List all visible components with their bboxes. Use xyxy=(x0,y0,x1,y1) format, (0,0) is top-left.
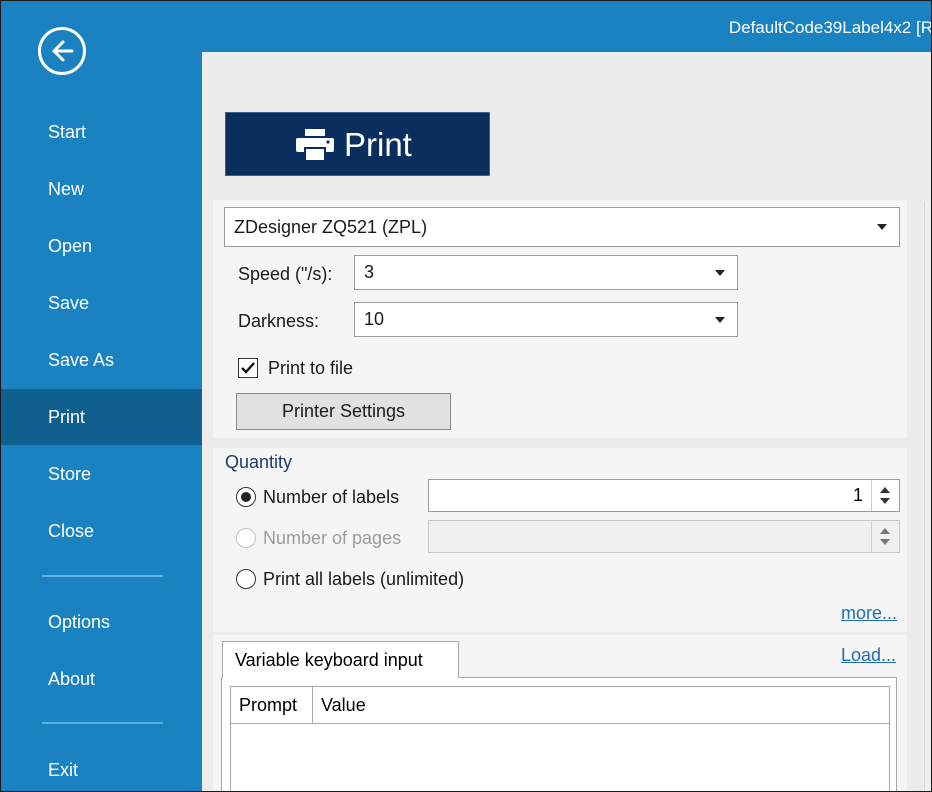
print-button[interactable]: Print xyxy=(225,112,490,176)
print-to-file-label: Print to file xyxy=(268,358,354,378)
variables-grid: Prompt Value xyxy=(230,686,890,791)
title-bar: DefaultCode39Label4x2 [R xyxy=(202,1,932,52)
quantity-heading: Quantity xyxy=(225,452,293,472)
print-button-label: Print xyxy=(344,126,412,163)
grid-header: Prompt Value xyxy=(231,687,889,724)
tab-variable-keyboard-input[interactable]: Variable keyboard input xyxy=(222,641,459,678)
printer-panel: ZDesigner ZQ521 (ZPL) Speed ("/s): 3 Dar… xyxy=(213,200,907,438)
chevron-down-icon xyxy=(877,224,887,230)
load-link[interactable]: Load... xyxy=(841,645,896,666)
sidebar-item-close[interactable]: Close xyxy=(1,503,202,559)
print-to-file-checkbox[interactable] xyxy=(238,358,258,378)
number-of-labels-radio[interactable] xyxy=(236,487,256,507)
sidebar-item-store[interactable]: Store xyxy=(1,446,202,502)
chevron-down-icon xyxy=(880,539,890,545)
number-of-pages-label: Number of pages xyxy=(263,528,402,548)
darkness-select[interactable]: 10 xyxy=(354,302,738,337)
tab-content: Prompt Value xyxy=(221,677,897,791)
more-link[interactable]: more... xyxy=(841,603,897,624)
darkness-label: Darkness: xyxy=(238,311,320,331)
sidebar-item-print[interactable]: Print xyxy=(1,389,202,445)
print-all-label: Print all labels (unlimited) xyxy=(263,569,465,589)
number-of-labels-value: 1 xyxy=(852,485,863,505)
chevron-down-icon xyxy=(715,316,725,323)
back-arrow-icon[interactable] xyxy=(38,27,86,75)
number-of-labels-stepper[interactable]: 1 xyxy=(428,479,900,512)
sidebar-item-new[interactable]: New xyxy=(1,161,202,217)
speed-value: 3 xyxy=(364,262,375,282)
number-of-labels-label: Number of labels xyxy=(263,487,400,507)
column-header-prompt[interactable]: Prompt xyxy=(231,687,313,723)
printer-select[interactable]: ZDesigner ZQ521 (ZPL) xyxy=(224,207,900,247)
backstage-sidebar: Start New Open Save Save As Print Store … xyxy=(1,1,202,791)
speed-label: Speed ("/s): xyxy=(238,264,333,284)
preview-pane-edge xyxy=(924,202,931,791)
darkness-value: 10 xyxy=(364,309,385,329)
printer-select-value: ZDesigner ZQ521 (ZPL) xyxy=(234,217,428,237)
print-all-radio[interactable] xyxy=(236,569,256,589)
sidebar-item-save-as[interactable]: Save As xyxy=(1,332,202,388)
printer-icon xyxy=(296,129,334,166)
chevron-down-icon[interactable] xyxy=(880,498,890,504)
window-title: DefaultCode39Label4x2 [R xyxy=(728,18,932,37)
chevron-up-icon[interactable] xyxy=(880,487,890,493)
sidebar-item-open[interactable]: Open xyxy=(1,218,202,274)
speed-select[interactable]: 3 xyxy=(354,255,738,290)
checkmark-icon xyxy=(241,362,255,374)
sidebar-item-save[interactable]: Save xyxy=(1,275,202,331)
chevron-down-icon xyxy=(715,269,725,276)
chevron-up-icon xyxy=(880,528,890,534)
variables-panel: Load... Variable keyboard input Prompt V… xyxy=(213,635,907,791)
sidebar-divider xyxy=(42,722,163,724)
quantity-panel: Quantity Number of labels 1 Number of pa… xyxy=(213,448,907,632)
number-of-pages-radio xyxy=(236,528,256,548)
print-page: Print ZDesigner ZQ521 (ZPL) Speed ("/s):… xyxy=(202,52,931,791)
sidebar-item-about[interactable]: About xyxy=(1,651,202,707)
sidebar-divider xyxy=(42,575,163,577)
column-header-value[interactable]: Value xyxy=(313,687,883,723)
stepper-buttons xyxy=(871,521,899,552)
stepper-buttons[interactable] xyxy=(871,480,899,511)
number-of-pages-stepper xyxy=(428,520,900,553)
sidebar-item-start[interactable]: Start xyxy=(1,104,202,160)
printer-settings-button[interactable]: Printer Settings xyxy=(236,393,451,430)
sidebar-item-exit[interactable]: Exit xyxy=(1,742,202,791)
app-window: Start New Open Save Save As Print Store … xyxy=(0,0,932,792)
sidebar-item-options[interactable]: Options xyxy=(1,594,202,650)
